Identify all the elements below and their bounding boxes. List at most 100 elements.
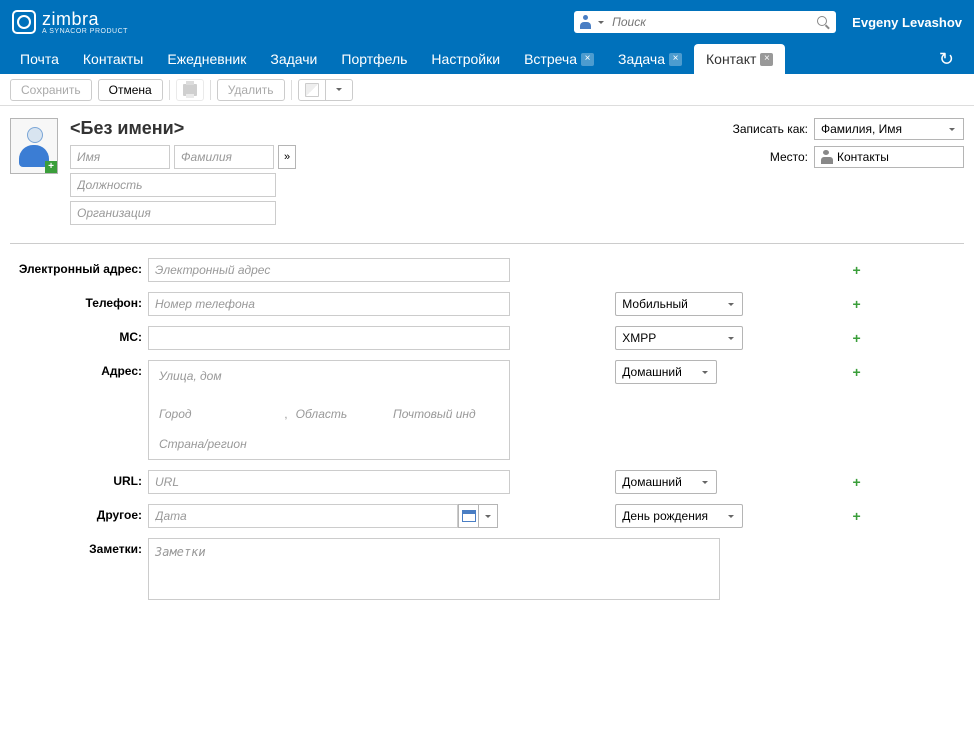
logo[interactable]: zimbra A SYNACOR PRODUCT bbox=[12, 9, 128, 35]
close-icon[interactable]: × bbox=[760, 53, 773, 66]
tag-icon bbox=[305, 83, 319, 97]
calendar-icon bbox=[462, 510, 476, 522]
person-icon bbox=[580, 15, 592, 29]
contacts-icon bbox=[821, 150, 833, 164]
chevron-down-icon[interactable] bbox=[598, 21, 604, 24]
location-label: Место: bbox=[733, 150, 808, 164]
tab-label: Контакт bbox=[706, 44, 756, 74]
chevron-down-icon bbox=[336, 88, 342, 91]
expand-name-button[interactable]: » bbox=[278, 145, 296, 169]
region-input[interactable] bbox=[292, 405, 389, 423]
add-icon: + bbox=[45, 161, 57, 173]
save-button[interactable]: Сохранить bbox=[10, 79, 92, 101]
url-type-select[interactable]: Домашний bbox=[615, 470, 717, 494]
add-field-button[interactable]: + bbox=[849, 470, 964, 494]
job-title-input[interactable] bbox=[70, 173, 276, 197]
chevron-down-icon bbox=[702, 481, 708, 484]
tab-contacts[interactable]: Контакты bbox=[71, 44, 155, 74]
tag-button[interactable] bbox=[298, 79, 353, 101]
phone-type-select[interactable]: Мобильный bbox=[615, 292, 743, 316]
chevron-down-icon bbox=[728, 337, 734, 340]
cancel-button[interactable]: Отмена bbox=[98, 79, 163, 101]
chevron-down-icon bbox=[485, 515, 491, 518]
first-name-input[interactable] bbox=[70, 145, 170, 169]
address-block: , bbox=[148, 360, 510, 460]
tab-briefcase[interactable]: Портфель bbox=[329, 44, 419, 74]
city-input[interactable] bbox=[155, 405, 280, 423]
chevron-down-icon bbox=[702, 371, 708, 374]
email-input[interactable] bbox=[148, 258, 510, 282]
location-select[interactable]: Контакты bbox=[814, 146, 964, 168]
select-value: Мобильный bbox=[622, 297, 688, 311]
street-input[interactable] bbox=[155, 367, 503, 385]
chevron-down-icon bbox=[949, 128, 955, 131]
country-input[interactable] bbox=[155, 435, 503, 453]
tab-mail[interactable]: Почта bbox=[8, 44, 71, 74]
im-input[interactable] bbox=[148, 326, 510, 350]
add-field-button[interactable]: + bbox=[849, 258, 964, 282]
tab-contact[interactable]: Контакт × bbox=[694, 44, 785, 74]
select-value: Домашний bbox=[622, 475, 682, 489]
add-field-button[interactable]: + bbox=[849, 360, 964, 384]
zip-input[interactable] bbox=[389, 405, 486, 423]
logo-subtext: A SYNACOR PRODUCT bbox=[42, 28, 128, 35]
select-value: Фамилия, Имя bbox=[821, 122, 902, 136]
add-field-button[interactable]: + bbox=[849, 292, 964, 316]
select-value: Контакты bbox=[837, 150, 889, 164]
phone-label: Телефон: bbox=[10, 292, 142, 310]
comma: , bbox=[284, 407, 287, 421]
tab-preferences[interactable]: Настройки bbox=[419, 44, 512, 74]
search-icon[interactable] bbox=[816, 15, 830, 29]
date-dropdown-button[interactable] bbox=[478, 504, 498, 528]
company-input[interactable] bbox=[70, 201, 276, 225]
tab-label: Задача bbox=[618, 44, 665, 74]
navbar: Почта Контакты Ежедневник Задачи Портфел… bbox=[0, 44, 974, 74]
search-input[interactable] bbox=[608, 15, 816, 29]
tab-label: Встреча bbox=[524, 44, 577, 74]
im-label: МС: bbox=[10, 326, 142, 344]
date-input[interactable] bbox=[148, 504, 458, 528]
select-value: Домашний bbox=[622, 365, 682, 379]
save-as-label: Записать как: bbox=[733, 122, 808, 136]
refresh-button[interactable]: ↻ bbox=[927, 49, 966, 70]
divider bbox=[10, 243, 964, 244]
address-label: Адрес: bbox=[10, 360, 142, 378]
separator bbox=[169, 80, 170, 100]
address-type-select[interactable]: Домашний bbox=[615, 360, 717, 384]
url-input[interactable] bbox=[148, 470, 510, 494]
im-type-select[interactable]: XMPP bbox=[615, 326, 743, 350]
select-value: XMPP bbox=[622, 331, 656, 345]
other-type-select[interactable]: День рождения bbox=[615, 504, 743, 528]
other-label: Другое: bbox=[10, 504, 142, 522]
display-name: <Без имени> bbox=[70, 118, 721, 139]
separator bbox=[291, 80, 292, 100]
tab-tasks[interactable]: Задачи bbox=[258, 44, 329, 74]
delete-button[interactable]: Удалить bbox=[217, 79, 285, 101]
logo-text: zimbra bbox=[42, 9, 128, 30]
notes-input[interactable] bbox=[148, 538, 720, 600]
select-value: День рождения bbox=[622, 509, 708, 523]
chevron-down-icon bbox=[728, 303, 734, 306]
tab-task[interactable]: Задача × bbox=[606, 44, 694, 74]
last-name-input[interactable] bbox=[174, 145, 274, 169]
calendar-button[interactable] bbox=[458, 504, 478, 528]
search-box[interactable] bbox=[574, 11, 836, 33]
notes-label: Заметки: bbox=[10, 538, 142, 556]
add-field-button[interactable]: + bbox=[849, 326, 964, 350]
app-header: zimbra A SYNACOR PRODUCT Evgeny Levashov bbox=[0, 0, 974, 44]
print-button[interactable] bbox=[176, 79, 204, 101]
tab-calendar[interactable]: Ежедневник bbox=[155, 44, 258, 74]
add-field-button[interactable]: + bbox=[849, 504, 964, 528]
chevron-down-icon bbox=[728, 515, 734, 518]
avatar[interactable]: + bbox=[10, 118, 58, 174]
user-menu[interactable]: Evgeny Levashov bbox=[852, 15, 962, 30]
save-as-select[interactable]: Фамилия, Имя bbox=[814, 118, 964, 140]
content: + <Без имени> » Записать как: Фамилия, И… bbox=[0, 106, 974, 612]
separator bbox=[210, 80, 211, 100]
url-label: URL: bbox=[10, 470, 142, 488]
close-icon[interactable]: × bbox=[581, 53, 594, 66]
tab-appointment[interactable]: Встреча × bbox=[512, 44, 606, 74]
close-icon[interactable]: × bbox=[669, 53, 682, 66]
phone-input[interactable] bbox=[148, 292, 510, 316]
logo-icon bbox=[12, 10, 36, 34]
